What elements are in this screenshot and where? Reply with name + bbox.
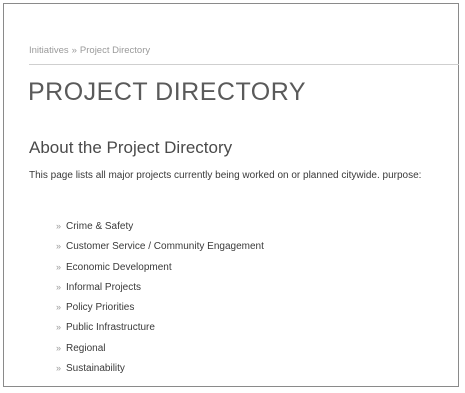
breadcrumb-current: Project Directory — [79, 45, 151, 56]
category-item: » Sustainability — [56, 358, 264, 378]
category-link-public-infrastructure[interactable]: Public Infrastructure — [66, 322, 155, 333]
category-list: » Crime & Safety » Customer Service / Comm… — [56, 216, 264, 378]
category-item: » Crime & Safety — [56, 216, 264, 236]
category-link-policy-priorities[interactable]: Policy Priorities — [66, 302, 134, 313]
category-link-economic-development[interactable]: Economic Development — [66, 262, 172, 273]
bullet-icon: » — [56, 221, 62, 231]
bullet-icon: » — [56, 302, 62, 313]
bullet-icon: » — [56, 363, 62, 374]
category-link-sustainability[interactable]: Sustainability — [66, 363, 125, 374]
category-link-informal-projects[interactable]: Informal Projects — [66, 282, 141, 293]
category-link-customer-service[interactable]: Customer Service / Community Engagement — [66, 241, 264, 252]
bullet-icon: » — [56, 281, 62, 292]
breadcrumb-link-initiatives[interactable]: Initiatives — [29, 45, 69, 56]
title-divider — [29, 64, 459, 65]
bullet-icon: » — [56, 342, 62, 353]
category-item: » Policy Priorities — [56, 297, 264, 317]
category-item: » Customer Service / Community Engagement — [56, 236, 264, 256]
bullet-icon: » — [56, 322, 62, 333]
category-link-crime-safety[interactable]: Crime & Safety — [66, 221, 133, 232]
page-frame: Initiatives» Project Directory PROJECT DI… — [3, 3, 459, 387]
category-item: » Public Infrastructure — [56, 317, 264, 337]
breadcrumb-separator: » — [71, 45, 77, 56]
category-item: » Informal Projects — [56, 277, 264, 297]
page-title: PROJECT DIRECTORY — [28, 78, 306, 106]
bullet-icon: » — [56, 241, 62, 252]
category-item: » Economic Development — [56, 257, 264, 277]
bullet-icon: » — [56, 261, 62, 272]
section-heading: About the Project Directory — [29, 138, 233, 157]
intro-text: This page lists all major projects curre… — [29, 170, 422, 181]
category-item: » Regional — [56, 338, 264, 358]
category-link-regional[interactable]: Regional — [66, 343, 105, 354]
breadcrumb: Initiatives» Project Directory — [29, 45, 150, 56]
